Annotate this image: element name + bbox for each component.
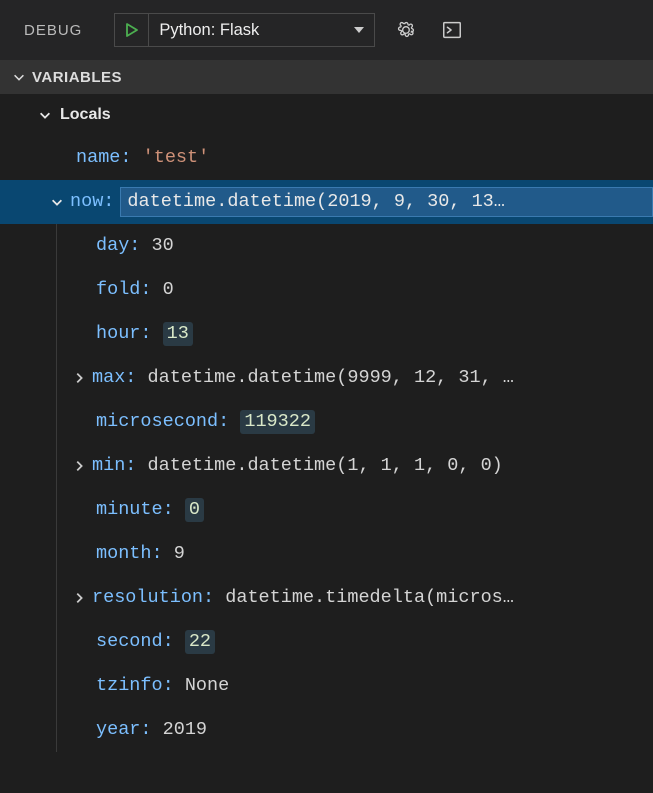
- variables-section-header[interactable]: VARIABLES: [0, 60, 653, 94]
- var-label: now:: [70, 190, 114, 214]
- var-value: datetime.datetime(2019, 9, 30, 13…: [120, 187, 653, 217]
- variable-row-minute[interactable]: minute: 0: [0, 488, 653, 532]
- chevron-down-icon: [12, 70, 26, 84]
- var-value: 0: [163, 278, 174, 302]
- locals-scope-header[interactable]: Locals: [0, 94, 653, 136]
- var-value: 119322: [240, 410, 315, 434]
- dropdown-caret-icon: [354, 27, 364, 33]
- tree-guide-line: [56, 224, 57, 752]
- config-name: Python: Flask: [159, 21, 259, 40]
- var-label: day:: [96, 234, 140, 258]
- var-label: month:: [96, 542, 163, 566]
- debug-console-button[interactable]: [437, 15, 467, 45]
- var-label: name:: [76, 146, 132, 170]
- variable-row-year[interactable]: year: 2019: [0, 708, 653, 752]
- variable-row-min[interactable]: min: datetime.datetime(1, 1, 1, 0, 0): [0, 444, 653, 488]
- var-value: 9: [174, 542, 185, 566]
- var-label: resolution:: [92, 586, 214, 610]
- variable-row-now[interactable]: now: datetime.datetime(2019, 9, 30, 13…: [0, 180, 653, 224]
- debug-toolbar: DEBUG Python: Flask: [0, 0, 653, 60]
- config-dropdown[interactable]: Python: Flask: [149, 13, 374, 47]
- variable-row-fold[interactable]: fold: 0: [0, 268, 653, 312]
- var-label: tzinfo:: [96, 674, 174, 698]
- variables-tree: name: 'test' now: datetime.datetime(2019…: [0, 136, 653, 752]
- gear-icon: [395, 19, 417, 41]
- variables-title: VARIABLES: [32, 69, 122, 86]
- chevron-down-icon: [38, 108, 52, 122]
- var-value: None: [185, 674, 229, 698]
- play-icon: [124, 22, 140, 38]
- var-value: 2019: [163, 718, 207, 742]
- var-value: 13: [163, 322, 193, 346]
- terminal-icon: [441, 19, 463, 41]
- chevron-right-icon: [72, 459, 92, 473]
- variable-row-hour[interactable]: hour: 13: [0, 312, 653, 356]
- variable-row-month[interactable]: month: 9: [0, 532, 653, 576]
- settings-button[interactable]: [391, 15, 421, 45]
- variable-row-second[interactable]: second: 22: [0, 620, 653, 664]
- var-label: min:: [92, 454, 136, 478]
- variable-row-max[interactable]: max: datetime.datetime(9999, 12, 31, …: [0, 356, 653, 400]
- var-value: datetime.datetime(1, 1, 1, 0, 0): [148, 454, 503, 478]
- debug-label: DEBUG: [24, 22, 82, 39]
- var-value: datetime.datetime(9999, 12, 31, …: [148, 366, 514, 390]
- debug-config-selector[interactable]: Python: Flask: [114, 13, 375, 47]
- var-label: year:: [96, 718, 152, 742]
- var-label: second:: [96, 630, 174, 654]
- chevron-right-icon: [72, 591, 92, 605]
- start-debug-button[interactable]: [115, 13, 149, 47]
- var-label: microsecond:: [96, 410, 229, 434]
- var-value: 30: [152, 234, 174, 258]
- now-children: day: 30 fold: 0 hour: 13 max: datetime.d…: [0, 224, 653, 752]
- var-value: 'test': [143, 146, 210, 170]
- variable-row-name[interactable]: name: 'test': [0, 136, 653, 180]
- var-value: 0: [185, 498, 204, 522]
- var-label: minute:: [96, 498, 174, 522]
- chevron-right-icon: [72, 371, 92, 385]
- chevron-down-icon: [50, 195, 70, 209]
- var-value: 22: [185, 630, 215, 654]
- variable-row-microsecond[interactable]: microsecond: 119322: [0, 400, 653, 444]
- variable-row-tzinfo[interactable]: tzinfo: None: [0, 664, 653, 708]
- locals-label: Locals: [60, 106, 111, 124]
- variable-row-day[interactable]: day: 30: [0, 224, 653, 268]
- var-value: datetime.timedelta(micros…: [225, 586, 514, 610]
- var-label: max:: [92, 366, 136, 390]
- var-label: hour:: [96, 322, 152, 346]
- var-label: fold:: [96, 278, 152, 302]
- variable-row-resolution[interactable]: resolution: datetime.timedelta(micros…: [0, 576, 653, 620]
